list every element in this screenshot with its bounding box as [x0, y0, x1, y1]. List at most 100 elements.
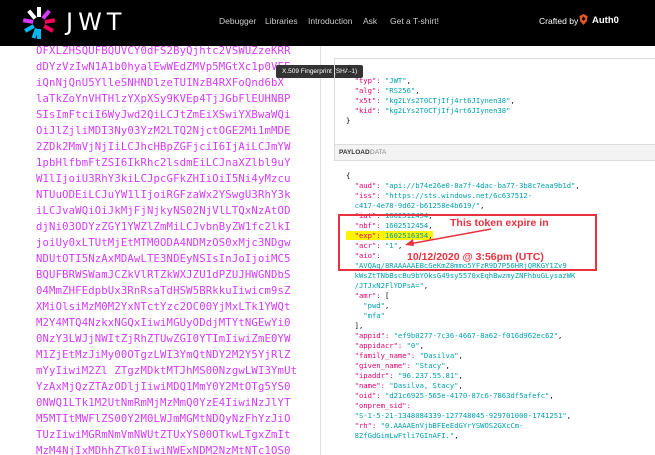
json-value: "JWT" — [384, 76, 407, 85]
payload-sublabel: DATA — [370, 149, 387, 156]
json-line: "kid": "kg2LYs2T0CTjIfj4rt6JIynen38" — [346, 106, 515, 116]
json-key: "iss": — [346, 191, 385, 200]
json-value: "Stacy" — [415, 361, 446, 370]
json-punct: { — [346, 171, 351, 180]
token-line[interactable]: MzM4NjIxMDhhZTk0IiwiNWExNDM2NzMtNTc1OS0 — [36, 443, 297, 455]
token-line[interactable]: XMiOlsiMzM0M2YxNTctYzc2OC00YjMxLTk1YWQt — [36, 299, 297, 315]
json-line: "rh": "0.AAAAEnVjbBFEeEdGYrYSWOS2GXcCm- — [346, 421, 580, 431]
token-line[interactable]: djNi03ODYzZGY1YWZlZmMiLCJvbnByZW1fc2lkI — [36, 219, 297, 235]
json-key: "family_name": — [346, 351, 420, 360]
json-key: "kid": — [346, 106, 385, 115]
token-line[interactable]: 2ZDk2MmVjNjIiLCJhcHBpZGFjciI6IjAiLCJmYW — [36, 139, 297, 155]
json-punct: , — [510, 96, 515, 105]
json-value: "0.AAAAEnVjbBFEeEdGYrYSWOS2GXcCm- — [380, 421, 524, 430]
json-value: "S-1-5-21-1348084339-127748045-929701000… — [346, 411, 567, 420]
json-line: c417-4e78-9d62-b61258e4b619/", — [346, 201, 580, 211]
json-punct: ], — [346, 321, 364, 330]
token-line[interactable]: 1pbHlfbmFtZSI6IkRhc2lsdmEiLCJnaXZlbl9uY — [36, 155, 297, 171]
json-value: "mfa" — [346, 311, 385, 320]
json-punct: , — [406, 76, 411, 85]
token-line[interactable]: M5MTItMWFlZS00Y2M0LWJmMGMtNDQyNzFhYzJiO — [36, 411, 297, 427]
json-value: "96.237.55.81" — [397, 371, 459, 380]
json-line: /JTJxN2FlYDPsA=", — [346, 281, 580, 291]
json-line: "iss": "https://sts.windows.net/6c637512… — [346, 191, 580, 201]
token-line[interactable]: 0NWQ1LTk1M2UtNmRmMjMzMmQ0YzE4IiwiNzJlYT — [36, 395, 297, 411]
json-punct: , — [384, 301, 390, 310]
token-line[interactable]: SIsImFtciI6WyJwd2QiLCJtZmEiXSwiYXBwaWQi — [36, 107, 297, 123]
auth0-logo-icon[interactable] — [578, 14, 589, 25]
token-line[interactable]: YzAxMjQzZTAzODljIiwiMDQ1MmY0Y2MtOTg5YS0 — [36, 379, 297, 395]
json-line: "appid": "ef9b0277-7c36-4667-8a62-f016d9… — [346, 331, 580, 341]
token-line[interactable]: TUzIiwiMGRmNmVmNWUtZTUxYS00OTkwLTgxZmIt — [36, 427, 297, 443]
token-line[interactable]: M1ZjEtMzJiMy00OTgzLWI3YmQtNDY2M2Y5YjRlZ — [36, 347, 297, 363]
json-punct: , — [558, 331, 563, 340]
encoded-token-text[interactable]: OFXLZHSQUFBQUVCY0dFS2ByQjhtc2VSWUZzeKRR d… — [36, 46, 297, 455]
json-line: "mfa" — [346, 311, 580, 321]
token-line[interactable]: 04MmZHFEdpbUx3RnRsaTdHSW5BRkkuIiwicm9sZ — [36, 283, 297, 299]
json-line: { — [346, 171, 580, 181]
token-line[interactable]: laTkZoYnVHTHlzYXpXSy9KVEp4TjJGbFlEUHNBP — [36, 91, 297, 107]
json-key: "alg": — [346, 86, 385, 95]
json-key: "appidacr": — [346, 341, 407, 350]
json-key: "name": — [346, 381, 390, 390]
json-key: "aud": — [346, 181, 385, 190]
nav-link-introduction[interactable]: Introduction — [308, 16, 352, 26]
json-value: "Dasilva" — [419, 351, 459, 360]
json-punct: , — [458, 351, 463, 360]
json-key: "amr": — [346, 291, 385, 300]
json-line: 82fGdGimLwFtli7GInAFI.", — [346, 431, 580, 441]
token-line[interactable]: 0NzY3LWJjNWItZjRhZTUwZGI0YTImIiwiZmE0YW — [36, 331, 297, 347]
payload-json[interactable]: { "aud": "api://b74e26e0-8a7f-4dac-ba77-… — [346, 171, 580, 441]
nav-link-libraries[interactable]: Libraries — [265, 16, 298, 26]
json-line: "given_name": "Stacy", — [346, 361, 580, 371]
token-line[interactable]: dDYzVzIwN1A1b0hyalEwWEdZMVp5MGtXc1p0VEE — [36, 59, 297, 75]
jwt-logo-icon[interactable] — [22, 6, 56, 40]
nav-link-tshirt[interactable]: Get a T-shirt! — [390, 16, 439, 26]
json-value: /JTJxN2FlYDPsA=" — [346, 281, 424, 290]
token-line[interactable]: W1lIjoiU3RhY3kiLCJpcGFkZHIiOiI5Ni4yMzcu — [36, 171, 297, 187]
nav-link-debugger[interactable]: Debugger — [219, 16, 256, 26]
token-line[interactable]: mYyIiwiM2Zl ZTgzMDktMTJhMS00NzgwLWI3YmUt — [36, 363, 297, 379]
token-line[interactable]: joiUy0xLTUtMjEtMTM0ODA4NDMzOS0xMjc3NDgw — [36, 235, 297, 251]
json-line: "pwd", — [346, 301, 580, 311]
json-punct: , — [575, 181, 580, 190]
json-punct: , — [415, 86, 420, 95]
json-line: kWsZtTNbBscBu9bYOksG49sy5570xEqhBwzmyZNF… — [346, 271, 580, 281]
token-line[interactable]: BQUFBRWSWamJCZkVlRTZkWXJZU1dPZUJHWGNDbS — [36, 267, 297, 283]
token-line[interactable]: NTUuODEiLCJuYW1lIjoiRGFzaWx2YSwgU3RhY3k — [36, 187, 297, 203]
token-line[interactable]: M2Y4MTQ4NzkxNGQxIiwiMGUyODdjMTYtNGEwYi0 — [36, 315, 297, 331]
annotation-arrow-icon — [405, 228, 492, 246]
json-punct: , — [419, 341, 424, 350]
token-line[interactable]: iLCJvaWQiOiJkMjFjNjkyNS02NjVlLTQxNzAtOD — [36, 203, 297, 219]
json-punct: , — [423, 281, 429, 290]
token-line[interactable]: NDUtOTI5NzAxMDAwLTE3NDEyNSIsInJoIjoiMC5 — [36, 251, 297, 267]
json-line: "onprem_sid": — [346, 401, 580, 411]
payload-section-header: PAYLOAD: DATA — [334, 144, 655, 161]
json-line: "name": "Dasilva, Stacy", — [346, 381, 580, 391]
brand-name[interactable]: JWT — [66, 8, 126, 36]
token-line[interactable]: OiJlZjliMDI3Ny03YzM2LTQ2NjctOGE2Mi1mMDE — [36, 123, 297, 139]
json-line: { — [346, 66, 515, 76]
json-punct: [ — [384, 291, 390, 300]
json-value: c417-4e78-9d62-b61258e4b619/" — [346, 201, 481, 210]
json-line: "alg": "RS256", — [346, 86, 515, 96]
crafted-by-label: Crafted by — [539, 16, 579, 26]
json-line: ], — [346, 321, 580, 331]
json-value: "RS256" — [384, 86, 416, 95]
json-punct: { — [346, 66, 351, 75]
token-line[interactable]: iQnNjQnU5YlleSNHNDlzeTU1NzB4RXFoQnd6bX — [36, 75, 297, 91]
json-key: "onprem_sid": — [346, 401, 416, 410]
json-value: "Dasilva, Stacy" — [389, 381, 459, 390]
token-line[interactable]: OFXLZHSQUFBQUVCY0dFS2ByQjhtc2VSWUZzeKRR — [36, 46, 297, 59]
auth0-label[interactable]: Auth0 — [592, 15, 619, 26]
json-value: "ef9b0277-7c36-4667-8a62-f016d962ec62" — [393, 331, 559, 340]
json-line: } — [346, 116, 515, 126]
json-punct: , — [480, 201, 485, 210]
encoded-token-pane[interactable]: OFXLZHSQUFBQUVCY0dFS2ByQjhtc2VSWUZzeKRR d… — [0, 46, 321, 455]
header-json[interactable]: { "typ": "JWT", "alg": "RS256", "x5t": "… — [346, 66, 515, 126]
json-key: "typ": — [346, 76, 385, 85]
json-value: "https://sts.windows.net/6c637512- — [384, 191, 533, 200]
json-punct: , — [458, 381, 463, 390]
nav-link-ask[interactable]: Ask — [363, 16, 377, 26]
json-punct: , — [549, 391, 554, 400]
